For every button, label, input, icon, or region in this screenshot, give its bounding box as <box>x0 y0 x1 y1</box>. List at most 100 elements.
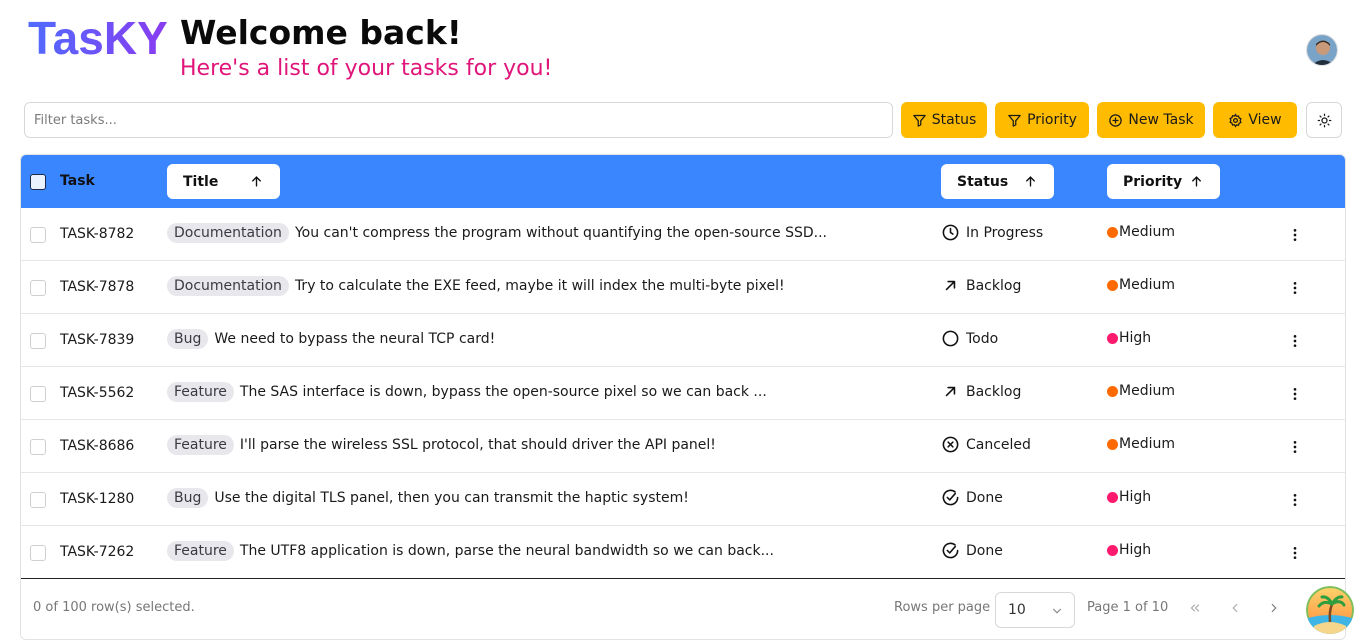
beach-mode-button[interactable] <box>1306 586 1354 634</box>
chevron-left-icon <box>1232 603 1238 613</box>
row-checkbox[interactable] <box>30 545 46 561</box>
table-row[interactable]: TASK-1280 Bug Use the digital TLS panel, t… <box>21 473 1345 526</box>
rows-per-page-value: 10 <box>1008 602 1026 618</box>
row-checkbox[interactable] <box>30 280 46 296</box>
sun-icon <box>1317 113 1331 127</box>
task-title-cell: Feature The UTF8 application is down, par… <box>167 541 774 561</box>
table-row[interactable]: TASK-8686 Feature I'll parse the wireless … <box>21 420 1345 473</box>
row-actions-button[interactable] <box>1285 225 1305 245</box>
task-title: You can't compress the program without q… <box>294 225 827 241</box>
priority-dot-icon <box>1107 385 1118 397</box>
status-filter-label: Status <box>931 112 977 128</box>
row-actions-button[interactable] <box>1285 437 1305 457</box>
page-title: Welcome back! <box>180 13 462 52</box>
more-vertical-icon <box>1293 494 1297 506</box>
table-row[interactable]: TASK-8782 Documentation You can't compress… <box>21 208 1345 261</box>
row-actions-button[interactable] <box>1285 490 1305 510</box>
task-label-badge: Feature <box>167 382 234 402</box>
page-subtitle: Here's a list of your tasks for you! <box>180 56 553 81</box>
selection-count: 0 of 100 row(s) selected. <box>33 600 195 615</box>
task-title-cell: Feature I'll parse the wireless SSL proto… <box>167 435 716 455</box>
row-checkbox[interactable] <box>30 227 46 243</box>
first-page-button[interactable] <box>1187 600 1203 616</box>
task-title: The UTF8 application is down, parse the … <box>239 543 774 559</box>
task-title: We need to bypass the neural TCP card! <box>214 331 496 347</box>
arrow-up-right-icon <box>945 280 956 291</box>
task-id: TASK-1280 <box>60 491 135 507</box>
circle-icon <box>942 330 959 347</box>
row-checkbox[interactable] <box>30 439 46 455</box>
task-priority-label: High <box>1119 542 1152 558</box>
task-priority-label: High <box>1119 330 1152 346</box>
avatar[interactable] <box>1306 34 1338 66</box>
next-page-button[interactable] <box>1266 600 1282 616</box>
filter-tasks-input[interactable] <box>24 102 893 138</box>
column-header-status[interactable]: Status <box>941 164 1054 199</box>
column-header-status-label: Status <box>957 173 1009 190</box>
row-checkbox[interactable] <box>30 333 46 349</box>
task-status: Todo <box>941 329 998 348</box>
arrow-up-right-icon <box>945 386 956 397</box>
task-id: TASK-5562 <box>60 385 135 401</box>
table-row[interactable]: TASK-7878 Documentation Try to calculate t… <box>21 261 1345 314</box>
row-actions-button[interactable] <box>1285 278 1305 298</box>
arrow-up-icon <box>1192 176 1201 187</box>
task-priority: High <box>1107 489 1151 505</box>
arrow-up-icon <box>252 176 261 187</box>
task-status-label: Done <box>966 542 1003 559</box>
task-title-cell: Bug We need to bypass the neural TCP card… <box>167 329 495 349</box>
more-vertical-icon <box>1293 441 1297 453</box>
priority-filter-button[interactable]: Priority <box>995 102 1089 138</box>
task-id: TASK-7878 <box>60 279 135 295</box>
task-status-label: Done <box>966 489 1003 506</box>
task-title: The SAS interface is down, bypass the op… <box>239 384 767 400</box>
column-header-title[interactable]: Title <box>167 164 280 199</box>
priority-dot-icon <box>1107 544 1118 556</box>
new-task-button[interactable]: New Task <box>1097 102 1205 138</box>
priority-filter-label: Priority <box>1027 112 1077 128</box>
task-status: In Progress <box>941 223 1043 242</box>
column-header-priority-label: Priority <box>1123 173 1183 190</box>
task-priority: Medium <box>1107 383 1175 399</box>
task-status: Backlog <box>941 276 1021 295</box>
priority-dot-icon <box>1107 491 1118 503</box>
table-row[interactable]: TASK-7839 Bug We need to bypass the neural… <box>21 314 1345 367</box>
chevrons-left-icon <box>1190 604 1200 612</box>
rows-per-page-select[interactable]: 10 <box>995 592 1075 628</box>
arrow-up-icon <box>1026 176 1035 187</box>
check-circle-icon <box>942 489 959 506</box>
row-actions-button[interactable] <box>1285 384 1305 404</box>
previous-page-button[interactable] <box>1227 600 1243 616</box>
user-photo-icon <box>1307 35 1337 65</box>
priority-dot-icon <box>1107 226 1118 238</box>
task-priority: High <box>1107 542 1151 558</box>
task-priority-label: Medium <box>1119 224 1175 240</box>
task-priority: Medium <box>1107 224 1175 240</box>
task-title: Try to calculate the EXE feed, maybe it … <box>294 278 785 294</box>
table-row[interactable]: TASK-7262 Feature The UTF8 application is … <box>21 526 1345 579</box>
row-actions-button[interactable] <box>1285 331 1305 351</box>
new-task-label: New Task <box>1128 112 1194 128</box>
more-vertical-icon <box>1293 229 1297 241</box>
task-status: Done <box>941 488 1003 507</box>
x-circle-icon <box>942 436 959 453</box>
app-logo: TasKY <box>28 12 168 64</box>
theme-toggle-button[interactable] <box>1306 102 1342 138</box>
task-priority: High <box>1107 330 1151 346</box>
status-filter-button[interactable]: Status <box>901 102 987 138</box>
clock-icon <box>942 224 959 241</box>
table-row[interactable]: TASK-5562 Feature The SAS interface is dow… <box>21 367 1345 420</box>
page-info: Page 1 of 10 <box>1087 600 1169 615</box>
more-vertical-icon <box>1293 547 1297 559</box>
row-actions-button[interactable] <box>1285 543 1305 563</box>
row-checkbox[interactable] <box>30 492 46 508</box>
chevron-right-icon <box>1271 603 1277 613</box>
task-status-label: Backlog <box>966 383 1022 400</box>
view-options-button[interactable]: View <box>1213 102 1297 138</box>
task-status: Canceled <box>941 435 1031 454</box>
task-label-badge: Bug <box>167 329 209 349</box>
column-header-priority[interactable]: Priority <box>1107 164 1220 199</box>
select-all-checkbox[interactable] <box>30 174 46 190</box>
task-priority: Medium <box>1107 277 1175 293</box>
row-checkbox[interactable] <box>30 386 46 402</box>
